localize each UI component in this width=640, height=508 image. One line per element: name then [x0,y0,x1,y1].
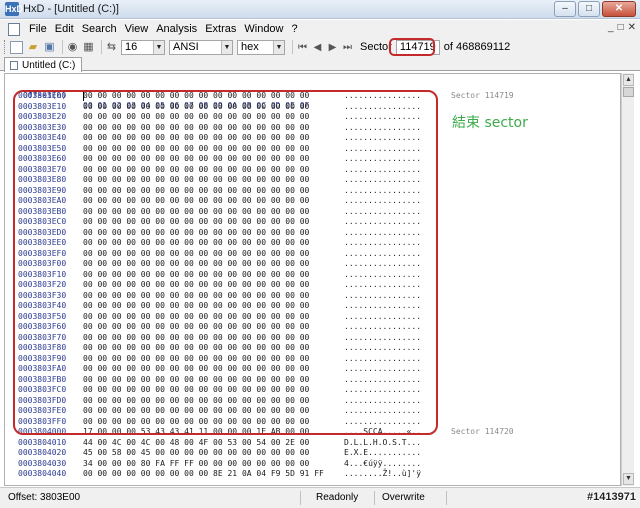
open-disk-icon[interactable]: ◉ [66,41,79,54]
charset-select[interactable]: ANSI ▼ [169,39,233,55]
status-readonly[interactable]: Readonly [316,492,358,503]
row-hex-bytes[interactable]: 45 00 58 00 45 00 00 00 00 00 00 00 00 0… [83,448,309,459]
row-hex-bytes[interactable]: 44 00 4C 00 4C 00 48 00 4F 00 53 00 54 0… [83,438,309,449]
document-tabs: Untitled (C:) [0,56,640,72]
toolbar: ▰ ▣ ◉ ▦ ⇆ 16 ▼ ANSI ▼ hex ▼ ⏮ ◀ ▶ ⏭ Sect… [0,38,640,56]
bytes-per-row-select[interactable]: 16 ▼ [121,39,165,55]
document-icon[interactable] [8,22,20,36]
menu-extras[interactable]: Extras [201,23,240,35]
status-offset: Offset: 3803E00 [8,492,81,503]
row-offset: 0003804020 [18,448,67,457]
chevron-down-icon[interactable]: ▼ [221,40,232,54]
mdi-minimize-button[interactable]: _ [608,22,614,33]
toolbar-separator [62,40,63,54]
bytes-per-row-value: 16 [125,40,138,53]
scroll-down-icon[interactable]: ▼ [623,473,634,485]
tab-label: Untitled (C:) [22,59,76,71]
sector-marker: Sector 114719 [451,91,514,100]
mdi-restore-button[interactable]: □ [618,22,624,33]
row-offset: 0003804040 [18,469,67,478]
grid-highlight [13,90,438,435]
row-ascii[interactable]: D.L.L.H.O.S.T... [344,438,421,449]
row-ascii[interactable]: ........Ž!..ù]'ÿ [344,469,421,480]
row-ascii[interactable]: E.X.E........... [344,448,421,459]
menu-view[interactable]: View [121,23,153,35]
menu-search[interactable]: Search [78,23,121,35]
sector-highlight [389,38,435,56]
open-folder-icon[interactable]: ▰ [26,41,40,54]
row-offset: 0003804010 [18,437,67,447]
bytes-per-row-icon: ⇆ [106,40,117,53]
disk-icon [10,60,18,70]
previous-sector-icon[interactable]: ◀ [311,42,324,53]
row-hex-bytes[interactable]: 00 00 00 00 00 00 00 00 00 8E 21 0A 04 F… [83,469,324,480]
status-divider [446,491,447,505]
hxd-app-icon: HxD [5,2,24,16]
toolbar-separator [101,40,102,54]
window-title: HxD - [Untitled (C:)] [23,3,119,15]
minimize-button[interactable]: – [554,1,576,17]
status-bar: Offset: 3803E00 Readonly Overwrite [0,487,640,508]
sector-total: of 468869112 [443,41,511,53]
close-button[interactable]: ✕ [602,1,636,17]
annotation-note: 結束 sector [452,115,528,131]
new-file-icon[interactable] [10,40,23,54]
watermark: #1413971 [587,491,636,503]
status-divider [374,491,375,505]
chevron-down-icon[interactable]: ▼ [273,40,284,54]
charset-value: ANSI [173,40,199,53]
save-icon[interactable]: ▣ [43,41,56,54]
menu-edit[interactable]: Edit [51,23,78,35]
title-bar: HxD HxD - [Untitled (C:)] – □ ✕ [0,0,640,19]
menu-bar: File Edit Search View Analysis Extras Wi… [0,20,640,38]
mdi-close-button[interactable]: ✕ [628,22,636,33]
menu-file[interactable]: File [25,23,51,35]
mdi-controls: _ □ ✕ [608,22,636,33]
open-ram-icon[interactable]: ▦ [82,41,95,54]
status-overwrite[interactable]: Overwrite [382,492,425,503]
scroll-up-icon[interactable]: ▲ [623,74,634,86]
display-mode-value: hex [241,40,259,53]
window-controls: – □ ✕ [554,1,636,17]
sector-marker: Sector 114720 [451,427,514,436]
menu-window[interactable]: Window [240,23,287,35]
display-mode-select[interactable]: hex ▼ [237,39,285,55]
first-sector-icon[interactable]: ⏮ [296,42,309,53]
row-offset: 0003804030 [18,458,67,468]
menu-analysis[interactable]: Analysis [152,23,201,35]
chevron-down-icon[interactable]: ▼ [153,40,164,54]
vertical-scrollbar[interactable]: ▲ ▼ [621,73,634,486]
toolbar-grip[interactable] [4,40,7,54]
maximize-button[interactable]: □ [578,1,600,17]
last-sector-icon[interactable]: ⏭ [341,42,354,53]
row-hex-bytes[interactable]: 34 00 00 00 80 FA FF FF 00 00 00 00 00 0… [83,459,309,470]
scrollbar-thumb[interactable] [623,87,634,97]
menu-help[interactable]: ? [288,23,302,35]
row-ascii[interactable]: 4...€úÿÿ........ [344,459,421,470]
status-divider [300,491,301,505]
next-sector-icon[interactable]: ▶ [326,42,339,53]
tab-untitled[interactable]: Untitled (C:) [4,57,83,72]
toolbar-separator [292,40,293,54]
sector-label: Sector [360,41,392,53]
